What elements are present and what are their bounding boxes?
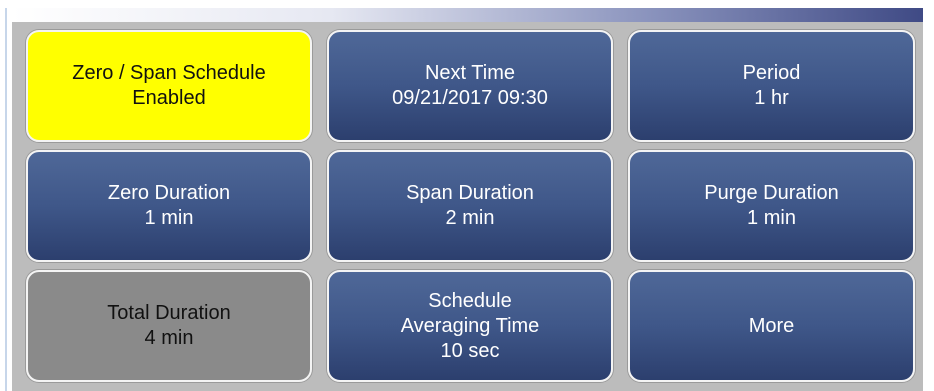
zero-duration-value: 1 min (144, 207, 194, 229)
left-edge-line (5, 8, 7, 391)
period-button[interactable]: Period 1 hr (628, 30, 915, 142)
total-duration-value: 4 min (144, 327, 194, 349)
schedule-settings-panel: Zero / Span Schedule Enabled Next Time 0… (12, 22, 923, 391)
schedule-averaging-time-label-line1: Schedule (428, 289, 512, 312)
schedule-averaging-time-label-line2: Averaging Time (400, 314, 540, 337)
purge-duration-label: Purge Duration (704, 182, 839, 204)
zero-span-schedule-toggle-button[interactable]: Zero / Span Schedule Enabled (26, 30, 312, 142)
period-value: 1 hr (754, 87, 789, 109)
schedule-averaging-time-button[interactable]: Schedule Averaging Time 10 sec (327, 270, 613, 382)
zero-span-schedule-label: Zero / Span Schedule (72, 62, 266, 84)
next-time-label: Next Time (424, 62, 516, 84)
header-bar (12, 8, 923, 22)
zero-duration-label: Zero Duration (107, 182, 231, 204)
total-duration-label: Total Duration (107, 302, 231, 324)
settings-button-grid: Zero / Span Schedule Enabled Next Time 0… (26, 30, 916, 383)
period-label: Period (742, 62, 801, 84)
span-duration-button[interactable]: Span Duration 2 min (327, 150, 613, 262)
zero-span-schedule-status-value: Enabled (132, 87, 206, 109)
purge-duration-button[interactable]: Purge Duration 1 min (628, 150, 915, 262)
zero-span-schedule-screen: Zero / Span Schedule Enabled Next Time 0… (0, 0, 934, 391)
span-duration-value: 2 min (445, 207, 495, 229)
zero-duration-button[interactable]: Zero Duration 1 min (26, 150, 312, 262)
more-label: More (748, 314, 795, 337)
top-edge (0, 0, 934, 8)
span-duration-label: Span Duration (406, 182, 534, 204)
more-button[interactable]: More (628, 270, 915, 382)
next-time-value: 09/21/2017 09:30 (392, 87, 548, 109)
next-time-button[interactable]: Next Time 09/21/2017 09:30 (327, 30, 613, 142)
total-duration-display: Total Duration 4 min (26, 270, 312, 382)
schedule-averaging-time-value: 10 sec (440, 339, 500, 362)
purge-duration-value: 1 min (747, 207, 796, 229)
